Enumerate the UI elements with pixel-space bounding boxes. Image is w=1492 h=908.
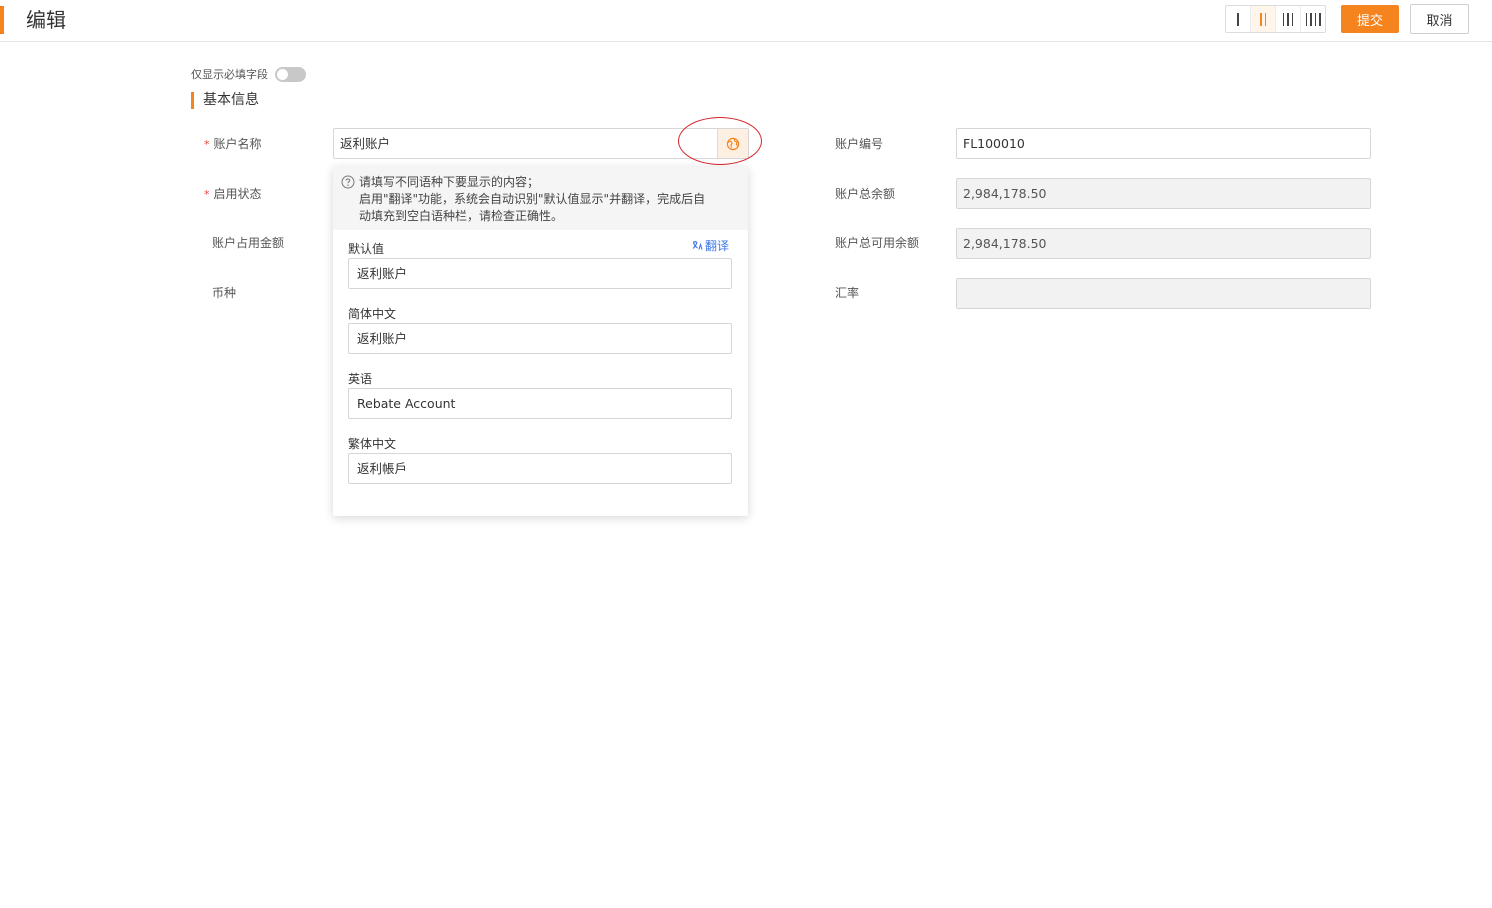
required-star: *: [204, 188, 210, 201]
account-code-input[interactable]: FL100010: [956, 128, 1371, 159]
lang-simplified-chinese-input[interactable]: 返利账户: [348, 323, 732, 354]
translation-popup: 请填写不同语种下要显示的内容； 启用"翻译"功能，系统会自动识别"默认值显示"并…: [333, 167, 748, 516]
account-code-label: 账户编号: [835, 137, 884, 151]
submit-button[interactable]: 提交: [1341, 5, 1399, 33]
required-star: *: [204, 138, 210, 151]
lang-traditional-chinese-label: 繁体中文: [348, 437, 397, 451]
layout-column-switcher: [1225, 5, 1326, 33]
available-balance-label: 账户总可用余额: [835, 236, 920, 250]
tip-line-3: 动填充到空白语种栏，请检查正确性。: [359, 209, 564, 223]
required-only-label: 仅显示必填字段: [191, 68, 268, 81]
translation-tip: 请填写不同语种下要显示的内容； 启用"翻译"功能，系统会自动识别"默认值显示"并…: [333, 167, 748, 230]
tip-line-1: 请填写不同语种下要显示的内容；: [359, 175, 540, 189]
two-column-icon: [1260, 12, 1266, 26]
one-column-icon: [1237, 12, 1239, 26]
occupied-amount-label: 账户占用金额: [212, 236, 285, 250]
globe-icon: [726, 137, 740, 150]
lang-traditional-chinese-input[interactable]: 返利帳戶: [348, 453, 732, 484]
status-label: * 启用状态: [204, 187, 262, 201]
exchange-rate-label: 汇率: [835, 286, 860, 300]
account-name-input[interactable]: 返利账户: [333, 128, 749, 159]
layout-2-column-button[interactable]: [1251, 6, 1276, 32]
page-header: 编辑 提交 取消: [0, 0, 1492, 42]
translate-icon: [692, 241, 703, 250]
translate-label: 翻译: [705, 239, 730, 253]
required-only-toggle[interactable]: [275, 67, 306, 82]
question-icon: [341, 175, 355, 189]
lang-english-label: 英语: [348, 372, 373, 386]
available-balance-field: 2,984,178.50: [956, 228, 1371, 259]
page-title: 编辑: [26, 8, 66, 32]
layout-3-column-button[interactable]: [1276, 6, 1301, 32]
layout-1-column-button[interactable]: [1226, 6, 1251, 32]
lang-english-input[interactable]: Rebate Account: [348, 388, 732, 419]
four-column-icon: [1305, 12, 1321, 26]
exchange-rate-field: [956, 278, 1371, 309]
lang-default-label: 默认值: [348, 242, 385, 256]
total-balance-label: 账户总余额: [835, 187, 896, 201]
section-title: 基本信息: [191, 92, 259, 109]
multilanguage-button[interactable]: [717, 129, 748, 158]
layout-4-column-button[interactable]: [1301, 6, 1325, 32]
toggle-knob: [277, 69, 288, 80]
translate-button[interactable]: 翻译: [692, 237, 729, 254]
account-name-label: * 账户名称: [204, 137, 262, 151]
total-balance-field: 2,984,178.50: [956, 178, 1371, 209]
lang-simplified-chinese-label: 简体中文: [348, 307, 397, 321]
three-column-icon: [1282, 12, 1294, 26]
header-accent-bar: [0, 6, 4, 34]
tip-line-2: 启用"翻译"功能，系统会自动识别"默认值显示"并翻译，完成后自: [359, 192, 706, 206]
currency-label: 币种: [212, 286, 237, 300]
cancel-button[interactable]: 取消: [1410, 4, 1469, 34]
lang-default-input[interactable]: 返利账户: [348, 258, 732, 289]
